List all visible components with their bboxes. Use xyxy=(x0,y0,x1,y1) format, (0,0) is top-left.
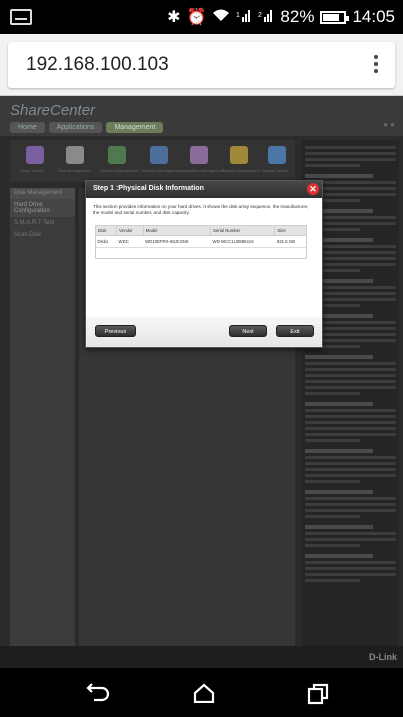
bluetooth-icon: ✱ xyxy=(167,9,181,26)
col-serial-number: Serial Number xyxy=(210,225,276,236)
tab-management[interactable]: Management xyxy=(106,122,164,133)
status-bar: ✱ ⏰ 1 2 82% 14:05 xyxy=(0,0,403,34)
url-text[interactable]: 192.168.100.103 xyxy=(26,54,169,76)
cell-disk: Disk1 xyxy=(95,235,117,248)
back-icon[interactable] xyxy=(86,680,112,708)
app-label-disk-management: Disk Management xyxy=(58,168,91,173)
cell-model: WD10EFRX-68JCSN0 xyxy=(143,235,211,248)
page-footer xyxy=(0,646,403,668)
dialog-title-bar: Step 1 :Physical Disk Information ✕ xyxy=(86,181,322,198)
signal-2-icon: 2 xyxy=(258,8,274,27)
app-label-system-status: System Status xyxy=(262,168,288,173)
tab-home[interactable]: Home xyxy=(10,122,45,133)
exit-button[interactable]: Exit xyxy=(276,325,314,337)
close-icon[interactable]: ✕ xyxy=(307,183,319,195)
dialog-description: This section provides information on you… xyxy=(93,204,309,215)
notification-box-icon xyxy=(10,9,32,25)
col-vendor: Vendor xyxy=(116,225,144,236)
status-icons: ✱ ⏰ 1 2 82% 14:05 xyxy=(167,7,395,27)
cell-size: 931.5 GB xyxy=(274,235,307,248)
physical-disk-dialog: Step 1 :Physical Disk Information ✕ This… xyxy=(85,180,323,348)
page-header: ShareCenter Home Applications Management… xyxy=(0,96,403,136)
sidebar-item-hard-drive-configuration[interactable]: Hard Drive Configuration xyxy=(10,199,75,217)
tab-applications[interactable]: Applications xyxy=(48,122,103,133)
svg-text:2: 2 xyxy=(258,12,262,19)
disk-table: Disk Vendor Model Serial Number Size Dis… xyxy=(94,225,307,248)
brand-logo: ShareCenter xyxy=(10,102,96,119)
sidebar-heading: Disk Management xyxy=(10,188,75,199)
address-bar[interactable]: 192.168.100.103 xyxy=(8,42,395,88)
dialog-footer: Previous Next Exit xyxy=(86,317,322,347)
nav-tabs: Home Applications Management xyxy=(10,122,164,133)
sidebar: Disk Management Hard Drive Configuration… xyxy=(10,188,75,668)
system-management-icon[interactable] xyxy=(230,146,248,164)
sidebar-item-scan-disk[interactable]: Scan Disk xyxy=(10,229,75,241)
disk-table-header: Disk Vendor Model Serial Number Size xyxy=(94,225,307,236)
application-management-icon[interactable] xyxy=(190,146,208,164)
app-label-system-management: System Management xyxy=(222,168,260,173)
col-size: Size xyxy=(274,225,307,236)
web-page: ShareCenter Home Applications Management… xyxy=(0,96,403,668)
recent-apps-icon[interactable] xyxy=(307,683,329,710)
system-status-icon[interactable] xyxy=(268,146,286,164)
app-icon-row: Setup Wizard Disk Management Account Man… xyxy=(10,140,295,182)
sidebar-item-smart-test[interactable]: S.M.A.R.T Test xyxy=(10,217,75,229)
col-disk: Disk xyxy=(94,225,118,236)
disk-management-icon[interactable] xyxy=(66,146,84,164)
overflow-menu-icon[interactable] xyxy=(371,52,381,78)
app-label-setup-wizard: Setup Wizard xyxy=(20,168,45,173)
app-label-account-management: Account Management xyxy=(100,168,139,173)
battery-icon xyxy=(320,10,350,24)
cell-serial-number: WD-WCC1U0885416 xyxy=(210,235,275,248)
android-nav-bar xyxy=(0,668,403,717)
dlink-logo: D-Link xyxy=(369,652,397,662)
svg-text:1: 1 xyxy=(236,12,240,19)
header-icons: ● ● xyxy=(383,120,395,129)
network-management-icon[interactable] xyxy=(150,146,168,164)
col-model: Model xyxy=(142,225,212,236)
clock: 14:05 xyxy=(352,7,395,26)
previous-button[interactable]: Previous xyxy=(95,325,136,337)
app-label-application-management: Application Management xyxy=(180,168,225,173)
account-management-icon[interactable] xyxy=(108,146,126,164)
battery-percent: 82% xyxy=(280,7,315,26)
app-label-network-management: Network Management xyxy=(142,168,182,173)
cell-vendor: WDC xyxy=(116,235,144,248)
signal-1-icon: 1 xyxy=(236,8,252,27)
setup-wizard-icon[interactable] xyxy=(26,146,44,164)
browser-toolbar: 192.168.100.103 xyxy=(0,34,403,96)
table-row: Disk1 WDC WD10EFRX-68JCSN0 WD-WCC1U08854… xyxy=(95,235,307,248)
alarm-icon: ⏰ xyxy=(186,9,207,26)
dialog-title: Step 1 :Physical Disk Information xyxy=(93,185,204,192)
wifi-icon xyxy=(212,8,230,27)
next-button[interactable]: Next xyxy=(229,325,267,337)
